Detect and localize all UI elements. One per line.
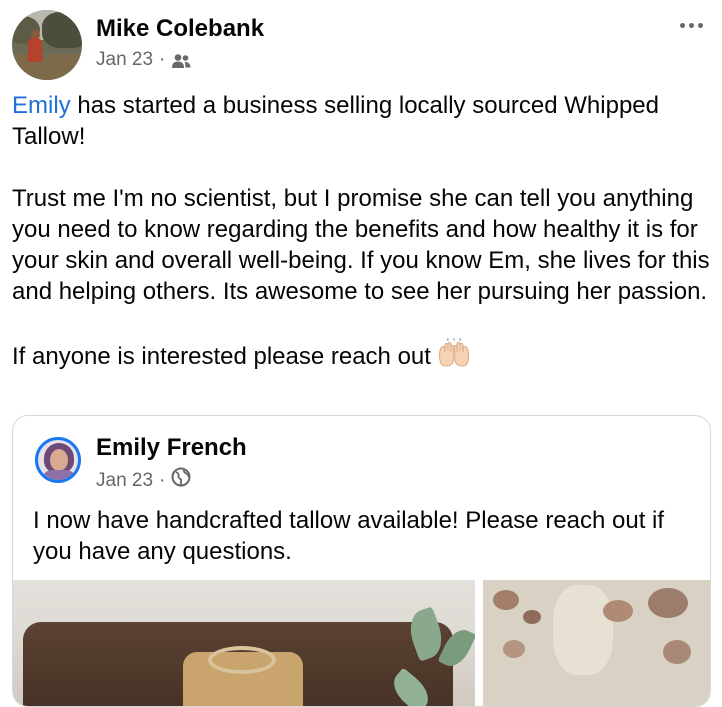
shared-author-avatar[interactable] (35, 437, 81, 483)
more-options-button[interactable] (674, 10, 708, 40)
meta-separator: · (159, 49, 166, 70)
post-date[interactable]: Jan 23 (96, 48, 153, 72)
shared-author-name[interactable]: Emily French (96, 434, 247, 462)
shared-post-meta: Jan 23 · (96, 467, 191, 494)
shared-post-text: I now have handcrafted tallow available!… (33, 507, 665, 565)
shared-post-card[interactable]: Emily French Jan 23 · I now have handcra… (12, 415, 711, 707)
more-horizontal-icon (679, 22, 685, 28)
author-avatar[interactable] (12, 10, 82, 80)
post-meta: Jan 23 · (96, 48, 191, 72)
post-paragraph-3: If anyone is interested please reach out (12, 338, 712, 376)
secondary-photo[interactable] (483, 580, 710, 706)
post-text: Emily has started a business selling loc… (12, 90, 712, 376)
author-name[interactable]: Mike Colebank (96, 15, 264, 43)
mention-link[interactable]: Emily (12, 92, 71, 119)
post-paragraph-2: Trust me I'm no scientist, but I promise… (12, 185, 710, 305)
globe-icon[interactable] (171, 467, 191, 494)
shared-post-date[interactable]: Jan 23 (96, 469, 153, 493)
tallow-photo[interactable] (13, 580, 475, 706)
friends-icon[interactable] (171, 52, 191, 68)
post-header: Mike Colebank Jan 23 · (0, 0, 722, 90)
raising-hands-emoji (437, 338, 471, 376)
post-paragraph-1: Emily has started a business selling loc… (12, 92, 659, 150)
meta-separator: · (159, 469, 166, 491)
